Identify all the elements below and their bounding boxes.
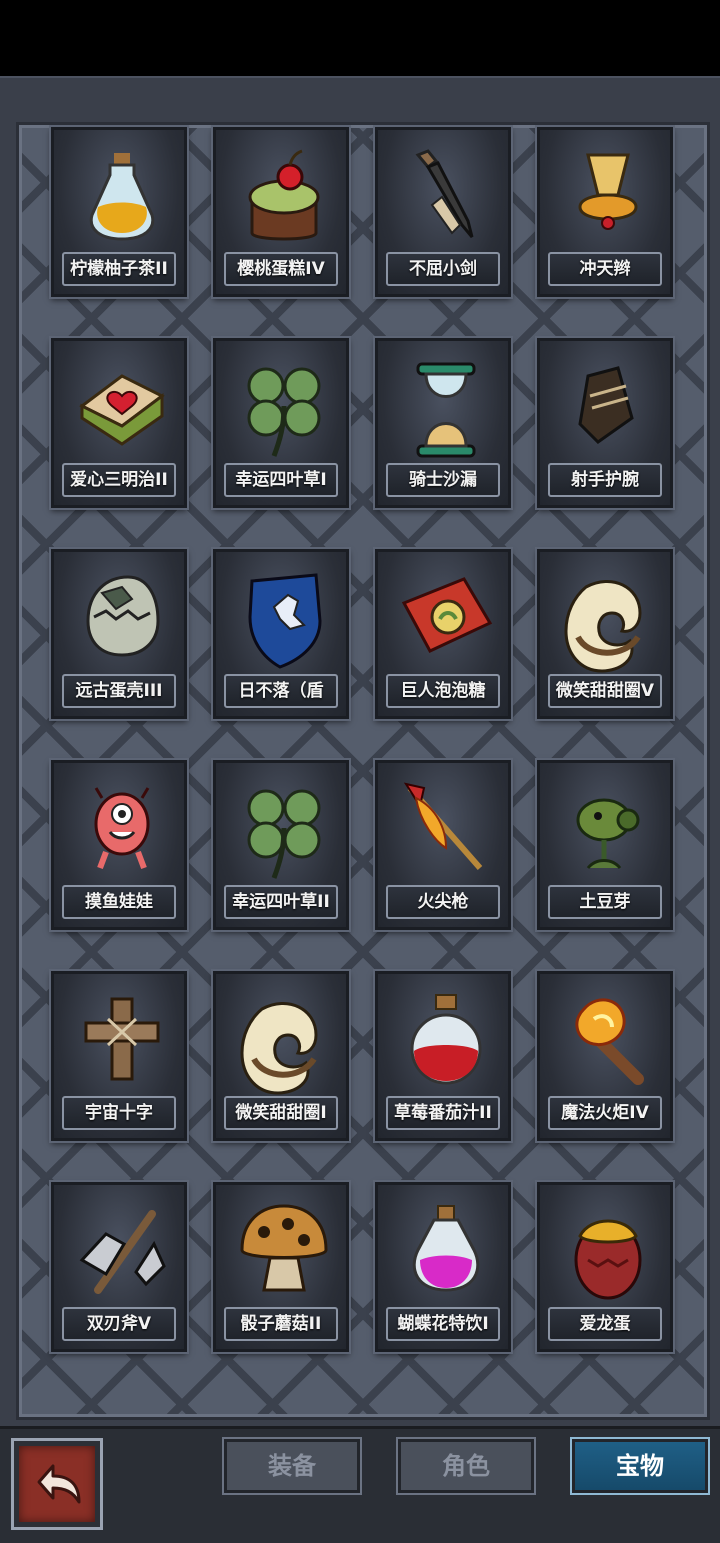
donut-icon	[558, 558, 658, 676]
mushroom-icon	[234, 1191, 334, 1309]
item-label: 爱心三明治II	[62, 463, 176, 497]
status-bar-area	[0, 0, 720, 76]
item-card[interactable]: 樱桃蛋糕IV	[213, 127, 349, 297]
item-card[interactable]: 日不落（盾	[213, 549, 349, 719]
item-label: 蝴蝶花特饮I	[386, 1307, 500, 1341]
item-label: 柠檬柚子茶II	[62, 252, 176, 286]
item-card[interactable]: 微笑甜甜圈I	[213, 971, 349, 1141]
bubblegum-pack-icon	[396, 558, 496, 676]
item-label: 骑士沙漏	[386, 463, 500, 497]
double-axe-icon	[72, 1191, 172, 1309]
item-card[interactable]: 双刃斧V	[51, 1182, 187, 1352]
item-card[interactable]: 微笑甜甜圈V	[537, 549, 673, 719]
tab-equipment[interactable]: 装备	[224, 1439, 360, 1493]
item-label: 魔法火炬IV	[548, 1096, 662, 1130]
four-leaf-clover-icon	[234, 769, 334, 887]
item-card[interactable]: 魔法火炬IV	[537, 971, 673, 1141]
item-card[interactable]: 宇宙十字	[51, 971, 187, 1141]
item-label: 远古蛋壳III	[62, 674, 176, 708]
item-label: 骰子蘑菇II	[224, 1307, 338, 1341]
bottom-nav: 装备 角色 宝物	[0, 1426, 720, 1543]
tab-treasure[interactable]: 宝物	[572, 1439, 708, 1493]
treasure-grid: 柠檬柚子茶II 樱桃蛋糕IV 不屈小剑 冲天辫爱心三明治II 幸运四叶草I 骑士沙漏 射手护…	[16, 122, 710, 1420]
pigtail-icon	[558, 136, 658, 254]
item-card[interactable]: 骑士沙漏	[375, 338, 511, 508]
item-card[interactable]: 幸运四叶草II	[213, 760, 349, 930]
item-card[interactable]: 柠檬柚子茶II	[51, 127, 187, 297]
dagger-icon	[396, 136, 496, 254]
back-button[interactable]	[14, 1441, 100, 1527]
inventory-frame: 柠檬柚子茶II 樱桃蛋糕IV 不屈小剑 冲天辫爱心三明治II 幸运四叶草I 骑士沙漏 射手护…	[0, 76, 720, 1428]
item-label: 幸运四叶草II	[224, 885, 338, 919]
wrist-guard-icon	[558, 347, 658, 465]
item-label: 冲天辫	[548, 252, 662, 286]
four-leaf-clover-icon	[234, 347, 334, 465]
item-card[interactable]: 火尖枪	[375, 760, 511, 930]
red-potion-icon	[396, 980, 496, 1098]
item-label: 射手护腕	[548, 463, 662, 497]
hourglass-icon	[396, 347, 496, 465]
donut-icon	[234, 980, 334, 1098]
dragon-egg-icon	[558, 1191, 658, 1309]
eggshell-icon	[72, 558, 172, 676]
item-label: 土豆芽	[548, 885, 662, 919]
item-label: 巨人泡泡糖	[386, 674, 500, 708]
heart-sandwich-icon	[72, 347, 172, 465]
item-card[interactable]: 射手护腕	[537, 338, 673, 508]
pink-potion-icon	[396, 1191, 496, 1309]
item-card[interactable]: 爱心三明治II	[51, 338, 187, 508]
item-label: 爱龙蛋	[548, 1307, 662, 1341]
item-label: 日不落（盾	[224, 674, 338, 708]
item-card[interactable]: 幸运四叶草I	[213, 338, 349, 508]
item-label: 草莓番茄汁II	[386, 1096, 500, 1130]
item-label: 不屈小剑	[386, 252, 500, 286]
item-label: 火尖枪	[386, 885, 500, 919]
item-label: 宇宙十字	[62, 1096, 176, 1130]
item-card[interactable]: 土豆芽	[537, 760, 673, 930]
lemon-tea-potion-icon	[72, 136, 172, 254]
torch-icon	[558, 980, 658, 1098]
item-card[interactable]: 骰子蘑菇II	[213, 1182, 349, 1352]
item-card[interactable]: 冲天辫	[537, 127, 673, 297]
item-card[interactable]: 草莓番茄汁II	[375, 971, 511, 1141]
item-card[interactable]: 不屈小剑	[375, 127, 511, 297]
item-card[interactable]: 巨人泡泡糖	[375, 549, 511, 719]
item-card[interactable]: 摸鱼娃娃	[51, 760, 187, 930]
cherry-cake-icon	[234, 136, 334, 254]
item-card[interactable]: 爱龙蛋	[537, 1182, 673, 1352]
wooden-cross-icon	[72, 980, 172, 1098]
pink-doll-icon	[72, 769, 172, 887]
back-arrow-icon	[37, 1464, 81, 1504]
fire-spear-icon	[396, 769, 496, 887]
item-label: 摸鱼娃娃	[62, 885, 176, 919]
item-label: 微笑甜甜圈V	[548, 674, 662, 708]
peashooter-plant-icon	[558, 769, 658, 887]
shield-icon	[234, 558, 334, 676]
item-label: 樱桃蛋糕IV	[224, 252, 338, 286]
tab-character[interactable]: 角色	[398, 1439, 534, 1493]
item-label: 幸运四叶草I	[224, 463, 338, 497]
item-label: 双刃斧V	[62, 1307, 176, 1341]
item-card[interactable]: 远古蛋壳III	[51, 549, 187, 719]
item-label: 微笑甜甜圈I	[224, 1096, 338, 1130]
item-card[interactable]: 蝴蝶花特饮I	[375, 1182, 511, 1352]
